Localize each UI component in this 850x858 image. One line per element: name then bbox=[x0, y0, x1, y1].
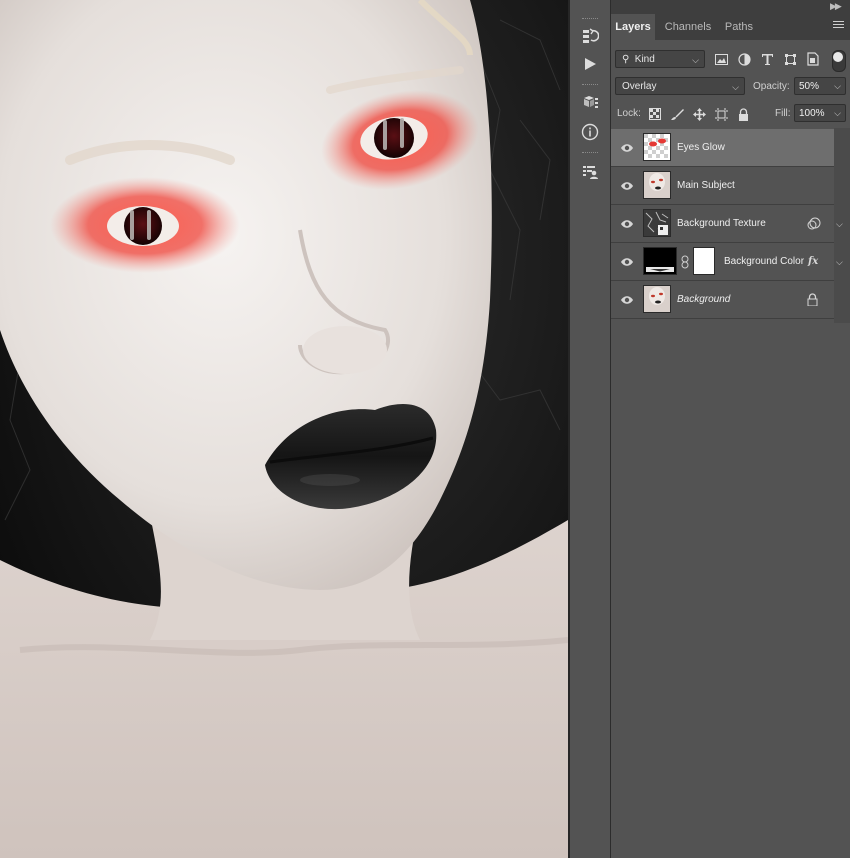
toolstrip-separator bbox=[582, 84, 598, 89]
play-action-icon[interactable] bbox=[578, 52, 602, 76]
layer-row-background-color[interactable]: Background Color fx bbox=[611, 243, 834, 281]
layer-name[interactable]: Main Subject bbox=[677, 167, 735, 205]
chevron-down-icon: ⌵ bbox=[732, 82, 739, 92]
panel-toolstrip bbox=[570, 0, 611, 858]
toolstrip-grip bbox=[582, 18, 598, 23]
properties-icon[interactable] bbox=[578, 160, 602, 184]
tab-paths[interactable]: Paths bbox=[719, 14, 759, 40]
blend-row: Overlay ⌵ Opacity: 50% ⌵ bbox=[611, 76, 850, 98]
pixel-filter-icon[interactable] bbox=[713, 51, 729, 67]
visibility-eye-icon[interactable] bbox=[620, 294, 634, 306]
filter-kind-label: Kind bbox=[634, 54, 655, 65]
layer-thumbnail[interactable] bbox=[643, 247, 677, 275]
layers-panel: Layers Channels Paths ⚲ Kind ⌵ Overlay ⌵… bbox=[611, 14, 850, 858]
panel-collapse-bar[interactable]: ◀◀ ▶▶ bbox=[570, 0, 850, 15]
chevron-down-icon: ⌵ bbox=[834, 81, 841, 91]
filter-kind-dropdown[interactable]: ⚲ Kind ⌵ bbox=[615, 50, 705, 68]
portrait-image bbox=[0, 0, 568, 858]
info-icon[interactable] bbox=[578, 120, 602, 144]
document-canvas[interactable] bbox=[0, 0, 568, 858]
opacity-label: Opacity: bbox=[753, 81, 790, 92]
panel-menu-icon[interactable] bbox=[833, 21, 844, 30]
lock-label: Lock: bbox=[617, 108, 641, 119]
layer-row-eyes-glow[interactable]: Eyes Glow bbox=[611, 129, 834, 167]
search-icon: ⚲ bbox=[622, 54, 630, 65]
fill-label: Fill: bbox=[775, 108, 791, 119]
layer-mask-thumbnail[interactable] bbox=[693, 247, 715, 275]
chevron-down-icon: ⌵ bbox=[834, 108, 841, 118]
visibility-eye-icon[interactable] bbox=[620, 256, 634, 268]
smart-object-filter-icon[interactable] bbox=[805, 51, 821, 67]
blend-mode-label: Overlay bbox=[622, 81, 657, 92]
layer-name[interactable]: Background Color bbox=[724, 243, 804, 281]
opacity-field[interactable]: 50% ⌵ bbox=[794, 77, 846, 95]
chevron-down-icon[interactable]: ⌵ bbox=[836, 219, 843, 230]
layer-name[interactable]: Background Texture bbox=[677, 205, 766, 243]
lock-transparent-pixels-icon[interactable] bbox=[647, 106, 663, 122]
tab-channels[interactable]: Channels bbox=[659, 14, 717, 40]
expand-arrows-icon[interactable]: ▶▶ bbox=[830, 1, 842, 12]
filter-row: ⚲ Kind ⌵ bbox=[611, 48, 850, 72]
visibility-eye-icon[interactable] bbox=[620, 180, 634, 192]
chevron-down-icon[interactable]: ⌵ bbox=[836, 257, 843, 268]
layer-row-main-subject[interactable]: Main Subject bbox=[611, 167, 834, 205]
layer-thumbnail[interactable] bbox=[643, 209, 671, 237]
visibility-eye-icon[interactable] bbox=[620, 218, 634, 230]
visibility-eye-icon[interactable] bbox=[620, 142, 634, 154]
lock-position-icon[interactable] bbox=[691, 106, 707, 122]
3d-cube-icon[interactable] bbox=[578, 90, 602, 114]
layer-name[interactable]: Eyes Glow bbox=[677, 129, 725, 167]
type-filter-icon[interactable] bbox=[759, 51, 775, 67]
link-icon[interactable] bbox=[680, 255, 690, 269]
lock-all-icon[interactable] bbox=[735, 106, 751, 122]
history-icon[interactable] bbox=[578, 24, 602, 48]
tab-layers[interactable]: Layers bbox=[611, 14, 655, 40]
clipping-icon bbox=[807, 217, 821, 230]
filter-toggle[interactable] bbox=[832, 50, 846, 72]
filter-toggle-knob bbox=[833, 52, 843, 62]
blend-mode-dropdown[interactable]: Overlay ⌵ bbox=[615, 77, 745, 95]
lock-icon bbox=[807, 293, 818, 306]
shape-filter-icon[interactable] bbox=[782, 51, 798, 67]
layer-name[interactable]: Background bbox=[677, 281, 730, 319]
fill-field[interactable]: 100% ⌵ bbox=[794, 104, 846, 122]
layer-row-background[interactable]: Background bbox=[611, 281, 834, 319]
toolstrip-separator-2 bbox=[582, 152, 598, 157]
layer-thumbnail[interactable] bbox=[643, 133, 671, 161]
layer-thumbnail[interactable] bbox=[643, 171, 671, 199]
fx-icon[interactable]: fx bbox=[808, 243, 818, 281]
layer-thumbnail[interactable] bbox=[643, 285, 671, 313]
adjustment-filter-icon[interactable] bbox=[736, 51, 752, 67]
lock-row: Lock: Fill: 100% ⌵ bbox=[611, 102, 850, 124]
opacity-value: 50% bbox=[799, 81, 820, 92]
lock-image-pixels-icon[interactable] bbox=[669, 106, 685, 122]
lock-artboard-icon[interactable] bbox=[713, 106, 729, 122]
panel-tabs: Layers Channels Paths bbox=[611, 14, 850, 40]
layer-row-background-texture[interactable]: Background Texture bbox=[611, 205, 834, 243]
fill-value: 100% bbox=[799, 108, 825, 119]
chevron-down-icon: ⌵ bbox=[692, 55, 699, 65]
